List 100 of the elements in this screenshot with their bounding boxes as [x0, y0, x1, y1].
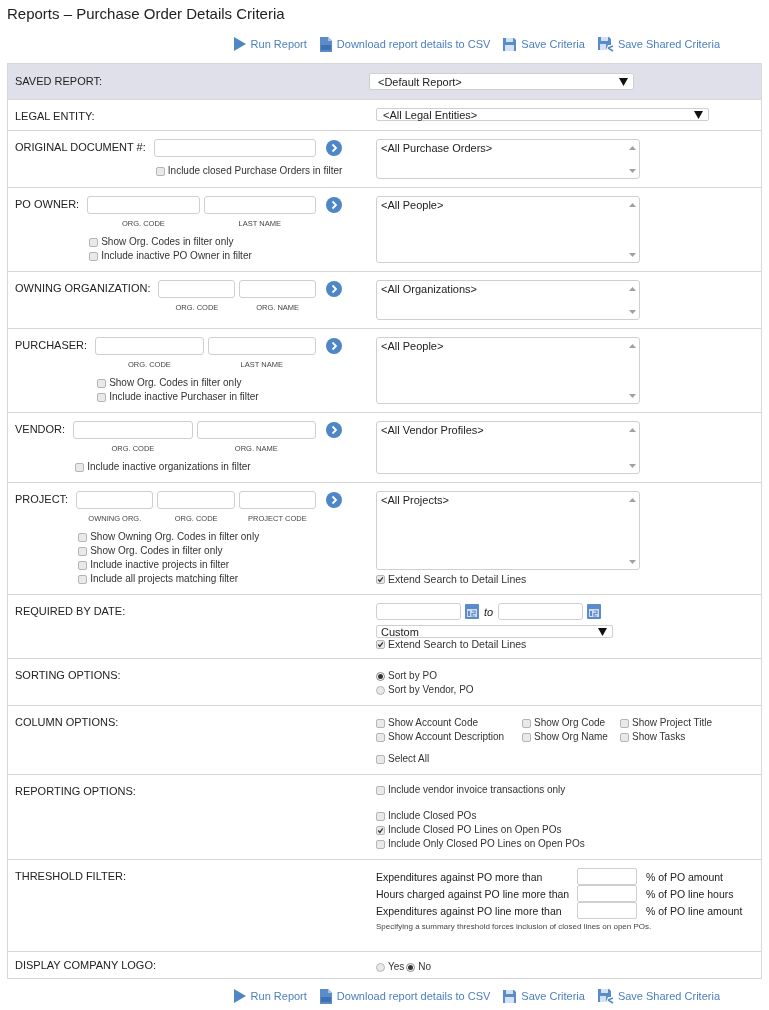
input-field[interactable]: [73, 421, 193, 439]
list-item[interactable]: <All Organizations>: [381, 283, 477, 295]
toolbar-link[interactable]: Download report details to CSV: [318, 35, 491, 53]
checkbox[interactable]: Include Only Closed PO Lines on Open POs: [376, 837, 585, 851]
scroll-arrow-icon[interactable]: [629, 169, 636, 173]
checkbox[interactable]: Extend Search to Detail Lines: [376, 638, 527, 650]
check-icon: [377, 574, 384, 584]
checkbox[interactable]: Include inactive Purchaser in filter: [97, 390, 259, 404]
input-field[interactable]: [239, 280, 316, 298]
go-button[interactable]: [326, 338, 342, 354]
scroll-arrow-icon[interactable]: [629, 203, 636, 207]
input-field[interactable]: [577, 902, 637, 919]
checkbox[interactable]: Show Org. Codes in filter only: [89, 235, 234, 249]
field-label: ORIGINAL DOCUMENT #:: [15, 140, 146, 153]
floppy-icon: [596, 988, 614, 1004]
input-field[interactable]: [153, 139, 317, 157]
dropdown[interactable]: Custom: [376, 625, 613, 638]
go-button[interactable]: [326, 422, 342, 438]
scroll-arrow-icon[interactable]: [629, 253, 636, 257]
checkbox[interactable]: Include inactive projects in filter: [78, 558, 230, 572]
go-button[interactable]: [326, 140, 343, 156]
field-label: REQUIRED BY DATE:: [15, 604, 126, 617]
list-item[interactable]: <All Projects>: [381, 494, 449, 506]
toolbar-link[interactable]: Save Criteria: [502, 988, 585, 1004]
checkbox[interactable]: Include inactive organizations in filter: [75, 460, 251, 474]
list-box[interactable]: <All Vendor Profiles>: [376, 421, 640, 474]
list-item[interactable]: <All Vendor Profiles>: [381, 424, 484, 436]
input-field[interactable]: [158, 280, 236, 298]
input-field[interactable]: [76, 491, 154, 509]
checkbox[interactable]: Show Org. Codes in filter only: [78, 544, 223, 558]
input-field[interactable]: [95, 337, 204, 355]
calendar-icon[interactable]: [465, 604, 479, 619]
checkbox[interactable]: Include Closed POs: [376, 809, 585, 823]
toolbar-link[interactable]: Run Report: [232, 988, 307, 1004]
scroll-arrow-icon[interactable]: [629, 146, 636, 150]
input-field[interactable]: [87, 196, 200, 214]
field-label: SAVED REPORT:: [15, 74, 102, 87]
radio-button[interactable]: Sort by Vendor, PO: [376, 683, 474, 697]
dropdown[interactable]: <All Legal Entities>: [376, 108, 709, 121]
calendar-icon[interactable]: [587, 604, 602, 619]
input-field[interactable]: [238, 491, 316, 509]
play-icon: [232, 36, 247, 52]
list-box[interactable]: <All Purchase Orders>: [376, 139, 640, 179]
radio-button[interactable]: Sort by PO: [376, 669, 474, 683]
checkbox[interactable]: Include all projects matching filter: [78, 572, 239, 586]
scroll-arrow-icon[interactable]: [629, 394, 636, 398]
input-field[interactable]: [376, 603, 461, 620]
checkbox[interactable]: Include Closed PO Lines on Open POs: [376, 823, 585, 837]
checkbox[interactable]: Show Tasks: [620, 730, 713, 744]
checkbox[interactable]: Show Owning Org. Codes in filter only: [78, 530, 260, 544]
checkbox[interactable]: Include vendor invoice transactions only: [376, 783, 566, 797]
toolbar-link[interactable]: Run Report: [232, 36, 307, 52]
input-field[interactable]: [207, 337, 316, 355]
list-box[interactable]: <All Organizations>: [376, 280, 640, 320]
checkbox[interactable]: Show Project Title: [620, 716, 713, 730]
list-box[interactable]: <All Projects>: [376, 491, 640, 570]
list-item[interactable]: <All People>: [381, 340, 444, 352]
list-box[interactable]: <All People>: [376, 337, 640, 404]
list-box[interactable]: <All People>: [376, 196, 640, 263]
input-field[interactable]: [498, 603, 584, 620]
checkbox[interactable]: Show Org Code: [522, 716, 620, 730]
input-field[interactable]: [577, 868, 637, 885]
scroll-arrow-icon[interactable]: [629, 560, 636, 564]
checkbox[interactable]: Include inactive PO Owner in filter: [89, 249, 252, 263]
scroll-arrow-icon[interactable]: [629, 310, 636, 314]
toolbar-link[interactable]: Download report details to CSV: [318, 987, 491, 1005]
scroll-arrow-icon[interactable]: [629, 464, 636, 468]
toolbar-link[interactable]: Save Shared Criteria: [596, 988, 720, 1004]
list-item[interactable]: <All People>: [381, 199, 444, 211]
input-field[interactable]: [577, 885, 637, 902]
scroll-arrow-icon[interactable]: [629, 344, 636, 348]
dropdown[interactable]: <Default Report>: [369, 73, 634, 90]
input-field[interactable]: [196, 421, 316, 439]
scroll-arrow-icon[interactable]: [629, 287, 636, 291]
threshold-label: Expenditures against PO line more than: [376, 904, 563, 917]
caret-icon: [694, 110, 703, 119]
checkbox[interactable]: Show Account Code: [376, 716, 522, 730]
go-button[interactable]: [326, 492, 342, 508]
unit-label: % of PO line hours: [645, 887, 735, 900]
caret-icon: [598, 627, 607, 636]
go-button[interactable]: [326, 197, 342, 213]
radio-button[interactable]: Yes: [376, 960, 405, 974]
toolbar-link[interactable]: Save Shared Criteria: [596, 36, 720, 52]
checkbox[interactable]: Show Account Description: [376, 730, 522, 744]
checkbox[interactable]: Include closed Purchase Orders in filter: [155, 164, 343, 178]
list-item[interactable]: <All Purchase Orders>: [381, 142, 493, 154]
radio-button[interactable]: No: [406, 960, 432, 974]
field-label: PURCHASER:: [15, 338, 88, 351]
check-icon: [377, 639, 384, 649]
checkbox[interactable]: Extend Search to Detail Lines: [376, 572, 527, 586]
checkbox[interactable]: Show Org. Codes in filter only: [97, 376, 242, 390]
go-button[interactable]: [326, 281, 342, 297]
input-field[interactable]: [203, 196, 316, 214]
caret-icon: [619, 77, 628, 86]
scroll-arrow-icon[interactable]: [629, 428, 636, 432]
checkbox[interactable]: Select All: [376, 752, 430, 766]
checkbox[interactable]: Show Org Name: [522, 730, 620, 744]
scroll-arrow-icon[interactable]: [629, 498, 636, 502]
toolbar-link[interactable]: Save Criteria: [502, 36, 585, 52]
input-field[interactable]: [157, 491, 235, 509]
